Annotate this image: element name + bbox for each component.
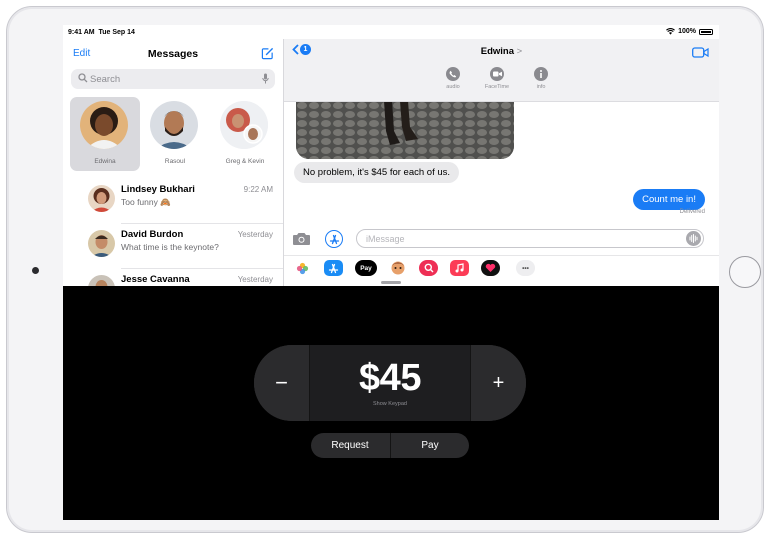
- conversation-name: David Burdon: [121, 229, 184, 240]
- search-images-icon[interactable]: [419, 260, 438, 276]
- memoji-icon[interactable]: [388, 260, 407, 276]
- search-icon: [78, 73, 88, 83]
- show-keypad-label[interactable]: Show Keypad: [310, 401, 470, 407]
- avatar: [88, 185, 115, 212]
- conversation-time: 9:22 AM: [243, 185, 273, 194]
- conversation-pane: 1 Edwina > audio FaceTime info No proble…: [284, 39, 719, 286]
- more-icon[interactable]: •••: [516, 260, 535, 276]
- messages-app: 9:41 AM Tue Sep 14 100% Edit Messages Se…: [63, 25, 719, 286]
- avatar: [80, 101, 128, 149]
- conversation-rows: Lindsey Bukhari 9:22 AM Too funny 🙈 Davi…: [63, 179, 283, 286]
- wifi-icon: [666, 28, 675, 35]
- pay-button[interactable]: Pay: [391, 433, 469, 458]
- conversation-preview: What time is the keynote?: [121, 242, 219, 252]
- conversation-header: 1 Edwina > audio FaceTime info: [284, 39, 719, 102]
- action-label: FaceTime: [484, 84, 510, 90]
- outgoing-message-bubble[interactable]: Count me in!: [633, 189, 705, 210]
- amount-display[interactable]: $45 Show Keypad: [310, 345, 470, 421]
- apple-pay-icon[interactable]: Pay: [355, 260, 377, 276]
- list-item[interactable]: David Burdon Yesterday What time is the …: [63, 224, 283, 269]
- conversation-name: Jesse Cavanna: [121, 274, 190, 285]
- facetime-video-icon[interactable]: [692, 47, 709, 58]
- pinned-name: Greg & Kevin: [225, 158, 265, 165]
- microphone-icon[interactable]: [262, 73, 269, 84]
- info-button[interactable]: info: [527, 67, 555, 90]
- search-placeholder: Search: [90, 74, 121, 85]
- home-button[interactable]: [729, 256, 761, 288]
- contact-name[interactable]: Edwina >: [284, 46, 719, 57]
- audio-call-button[interactable]: audio: [439, 67, 467, 90]
- conversation-time: Yesterday: [237, 230, 273, 239]
- photos-app-icon[interactable]: [293, 260, 312, 276]
- list-item[interactable]: Lindsey Bukhari 9:22 AM Too funny 🙈: [63, 179, 283, 224]
- conversation-name: Lindsey Bukhari: [121, 184, 195, 195]
- amount-stepper: − $45 Show Keypad +: [254, 345, 526, 421]
- compose-icon[interactable]: [261, 47, 274, 60]
- facetime-button[interactable]: FaceTime: [483, 67, 511, 90]
- conversation-preview: Too funny 🙈: [121, 197, 171, 207]
- request-button[interactable]: Request: [311, 433, 389, 458]
- battery-icon: [699, 28, 713, 35]
- pinned-greg-kevin[interactable]: Greg & Kevin: [210, 97, 280, 171]
- screen: 9:41 AM Tue Sep 14 100% Edit Messages Se…: [63, 25, 719, 520]
- avatar: [220, 101, 268, 149]
- music-icon[interactable]: [450, 260, 469, 276]
- video-icon: [490, 67, 504, 81]
- imessage-input[interactable]: iMessage: [356, 229, 704, 248]
- info-icon: [534, 67, 548, 81]
- action-label: audio: [446, 84, 460, 90]
- action-label: info: [536, 84, 546, 90]
- pinned-name: Edwina: [94, 158, 116, 165]
- request-pay-segmented-control: Request Pay: [311, 433, 469, 458]
- app-store-app-icon[interactable]: [324, 260, 343, 276]
- avatar: [88, 275, 115, 286]
- app-drawer: Pay •••: [284, 255, 719, 278]
- status-bar: 9:41 AM Tue Sep 14 100%: [63, 25, 719, 39]
- increase-amount-button[interactable]: +: [470, 345, 526, 421]
- list-item[interactable]: Jesse Cavanna Yesterday: [63, 269, 283, 286]
- front-camera: [32, 267, 39, 274]
- pinned-rasoul[interactable]: Rasoul: [140, 97, 210, 171]
- conversation-list-sidebar: Edit Messages Search Edwina Rasoul Greg …: [63, 39, 284, 286]
- input-placeholder: iMessage: [366, 233, 405, 244]
- shared-photo[interactable]: [296, 101, 514, 159]
- chevron-right-icon: >: [516, 46, 523, 57]
- incoming-message-bubble[interactable]: No problem, it's $45 for each of us.: [294, 162, 460, 183]
- message-input-bar: iMessage: [284, 228, 719, 250]
- status-time: 9:41 AM Tue Sep 14: [68, 29, 135, 36]
- pinned-conversations: Edwina Rasoul Greg & Kevin: [63, 97, 283, 175]
- contact-actions: audio FaceTime info: [439, 67, 555, 90]
- sidebar-title: Messages: [147, 48, 199, 60]
- app-store-icon: [329, 234, 339, 244]
- pinned-edwina[interactable]: Edwina: [70, 97, 140, 171]
- phone-icon: [446, 67, 460, 81]
- amount-value: $45: [359, 357, 421, 399]
- apple-pay-panel: − $45 Show Keypad + Request Pay: [63, 287, 719, 520]
- status-right: 100%: [666, 28, 713, 35]
- drag-handle[interactable]: [381, 281, 401, 284]
- decrease-amount-button[interactable]: −: [254, 345, 310, 421]
- avatar: [88, 230, 115, 257]
- avatar: [150, 101, 198, 149]
- app-store-button[interactable]: [325, 230, 343, 248]
- delivery-status: Delivered: [679, 209, 705, 215]
- conversation-time: Yesterday: [237, 275, 273, 284]
- battery-percent: 100%: [678, 28, 696, 35]
- camera-icon[interactable]: [292, 231, 311, 246]
- audio-message-icon[interactable]: [686, 231, 701, 246]
- digital-touch-icon[interactable]: [481, 260, 500, 276]
- search-field[interactable]: Search: [71, 69, 275, 89]
- pinned-name: Rasoul: [164, 158, 186, 165]
